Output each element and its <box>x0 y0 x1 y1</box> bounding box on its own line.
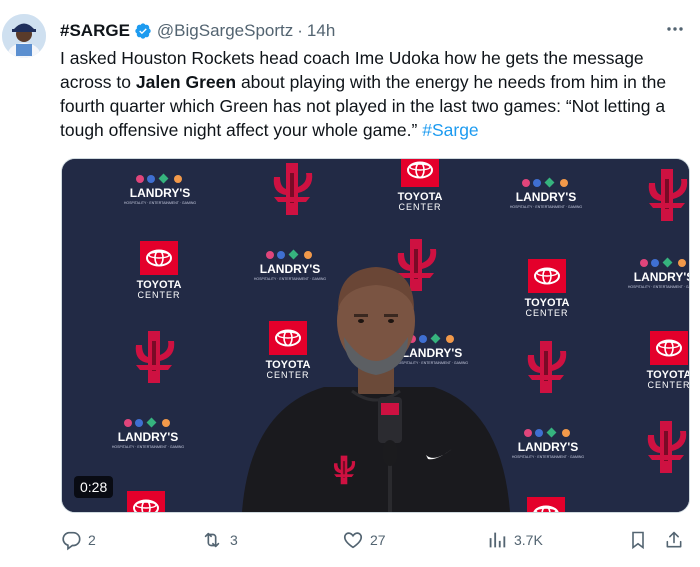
views-count: 3.7K <box>514 532 543 548</box>
avatar[interactable] <box>2 14 46 58</box>
action-bar: 2 3 27 3.7K <box>60 526 690 554</box>
like-count: 27 <box>370 532 386 548</box>
video-duration: 0:28 <box>74 476 114 498</box>
more-options-icon[interactable] <box>664 18 686 40</box>
tweet-text: I asked Houston Rockets head coach Ime U… <box>60 46 690 142</box>
display-name[interactable]: #SARGE <box>60 21 130 41</box>
mention-jalen-green: Jalen Green <box>135 72 237 92</box>
tweet[interactable]: #SARGE @BigSargeSportz · 14h I asked Hou… <box>0 0 700 567</box>
timestamp[interactable]: 14h <box>307 21 335 41</box>
heart-icon <box>342 529 364 551</box>
reply-icon <box>60 529 82 551</box>
reply-count: 2 <box>88 532 96 548</box>
views-button[interactable]: 3.7K <box>486 529 543 551</box>
tweet-header: #SARGE @BigSargeSportz · 14h <box>60 20 680 42</box>
bookmark-icon <box>628 529 648 551</box>
press-conference-video-frame: LANDRY'S HOSPITALITY · ENTERTAINMENT · G… <box>62 159 689 512</box>
share-icon <box>664 529 684 551</box>
separator-dot: · <box>297 21 303 40</box>
analytics-icon <box>486 529 508 551</box>
reply-button[interactable]: 2 <box>60 529 96 551</box>
share-button[interactable] <box>664 529 684 551</box>
hashtag-link[interactable]: #Sarge <box>422 120 478 140</box>
retweet-count: 3 <box>230 532 238 548</box>
video-player[interactable]: LANDRY'S HOSPITALITY · ENTERTAINMENT · G… <box>61 158 690 513</box>
bookmark-button[interactable] <box>628 529 648 551</box>
user-handle[interactable]: @BigSargeSportz <box>157 21 293 41</box>
like-button[interactable]: 27 <box>342 529 386 551</box>
retweet-button[interactable]: 3 <box>200 529 238 551</box>
verified-badge-icon <box>134 22 152 40</box>
retweet-icon <box>200 529 224 551</box>
